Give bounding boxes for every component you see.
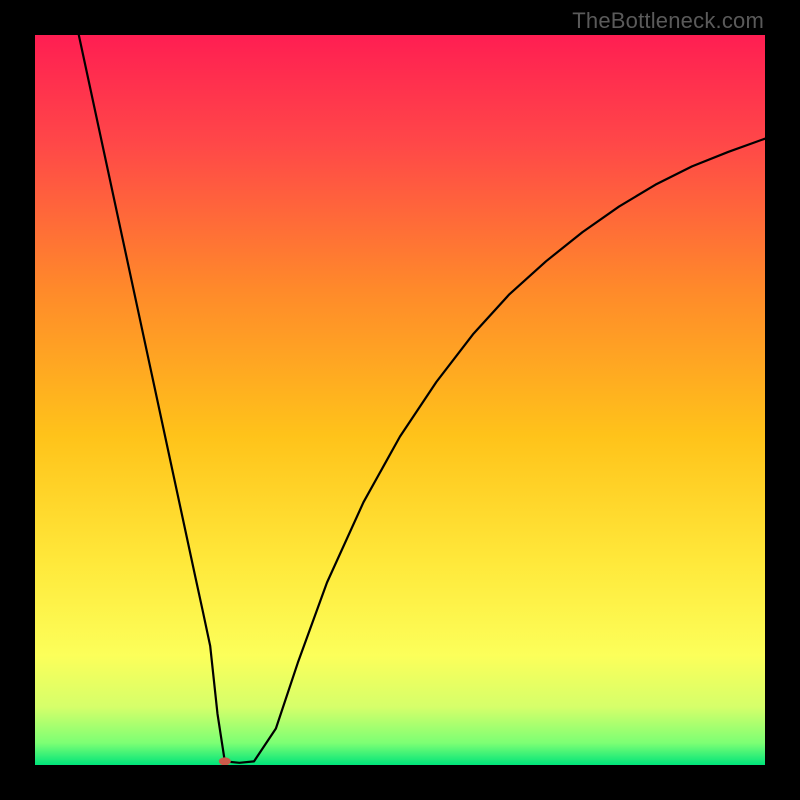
chart-svg [35,35,765,765]
gradient-background [35,35,765,765]
watermark-text: TheBottleneck.com [572,8,764,34]
chart-frame: TheBottleneck.com [0,0,800,800]
optimal-point-marker [219,757,231,765]
plot-area [35,35,765,765]
